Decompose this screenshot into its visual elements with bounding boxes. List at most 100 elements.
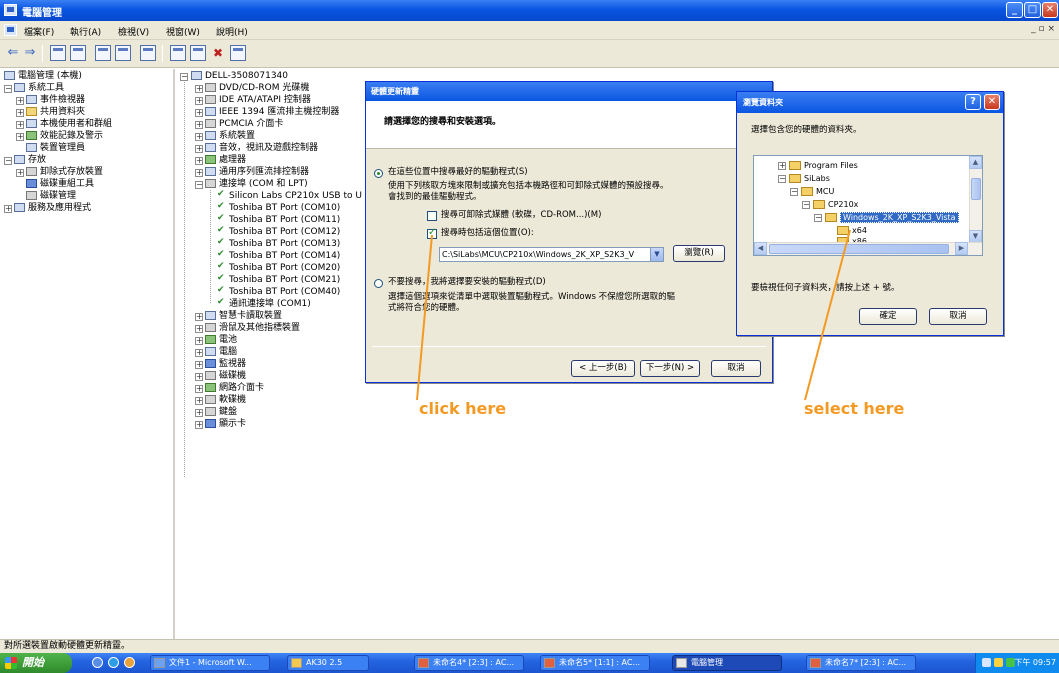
expand-toggle[interactable]: +	[195, 85, 203, 93]
tree-item-storage[interactable]: 存放	[14, 155, 46, 166]
expand-toggle[interactable]: +	[195, 121, 203, 129]
update-driver-icon[interactable]	[190, 45, 206, 61]
internet-explorer-icon[interactable]	[108, 657, 119, 668]
device-category-pcmcia[interactable]: PCMCIA 介面卡	[205, 119, 283, 130]
port-item[interactable]: Silicon Labs CP210x USB to U	[217, 191, 362, 202]
path-combobox[interactable]: C:\SiLabs\MCU\CP210x\Windows_2K_XP_S2K3_…	[439, 247, 664, 262]
device-category-mouse[interactable]: 滑鼠及其他指標裝置	[205, 323, 300, 334]
minimize-button[interactable]: _	[1006, 2, 1023, 18]
expand-toggle[interactable]: +	[195, 325, 203, 333]
taskbar-item-word[interactable]: 文件1 - Microsoft W...	[150, 655, 270, 671]
tree-item-event-viewer[interactable]: 事件檢視器	[26, 95, 85, 106]
collapse-toggle[interactable]: −	[180, 73, 188, 81]
device-category-disk[interactable]: 磁碟機	[205, 371, 246, 382]
device-root[interactable]: DELL-3508071340	[191, 71, 288, 82]
menu-help[interactable]: 說明(H)	[216, 25, 248, 38]
back-arrow-icon[interactable]: ⇐	[5, 45, 21, 61]
taskbar-item-untitled7[interactable]: 未命名7* [2:3] : AC...	[806, 655, 916, 671]
device-category-floppy[interactable]: 軟碟機	[205, 395, 246, 406]
device-category-display[interactable]: 顯示卡	[205, 419, 246, 430]
search-removable-checkbox[interactable]	[427, 211, 437, 221]
expand-toggle[interactable]: +	[195, 421, 203, 429]
horizontal-scrollbar[interactable]: ◀ ▶	[754, 242, 982, 255]
collapse-toggle[interactable]: −	[4, 157, 12, 165]
collapse-toggle[interactable]: −	[802, 201, 810, 209]
device-category-ide[interactable]: IDE ATA/ATAPI 控制器	[205, 95, 311, 106]
port-item[interactable]: Toshiba BT Port (COM10)	[217, 203, 340, 214]
collapse-toggle[interactable]: −	[195, 181, 203, 189]
folder-item[interactable]: MCU	[801, 186, 834, 197]
print-icon[interactable]	[115, 45, 131, 61]
expand-toggle[interactable]: +	[195, 109, 203, 117]
port-item[interactable]: Toshiba BT Port (COM12)	[217, 227, 340, 238]
collapse-toggle[interactable]: −	[814, 214, 822, 222]
close-button[interactable]: ✕	[984, 94, 1000, 110]
folder-item[interactable]: CP210x	[813, 199, 858, 210]
collapse-toggle[interactable]: −	[790, 188, 798, 196]
expand-toggle[interactable]: +	[195, 169, 203, 177]
network-icon[interactable]	[982, 658, 991, 667]
tree-item-disk-management[interactable]: 磁碟管理	[26, 191, 76, 202]
menu-window[interactable]: 視窗(W)	[166, 25, 200, 38]
up-level-icon[interactable]	[50, 45, 66, 61]
expand-toggle[interactable]: +	[16, 121, 24, 129]
expand-toggle[interactable]: +	[195, 337, 203, 345]
device-category-system[interactable]: 系統裝置	[205, 131, 255, 142]
scan-hardware-icon[interactable]	[170, 45, 186, 61]
disable-device-icon[interactable]	[230, 45, 246, 61]
port-item[interactable]: Toshiba BT Port (COM20)	[217, 263, 340, 274]
port-item[interactable]: Toshiba BT Port (COM40)	[217, 287, 340, 298]
folder-item[interactable]: x64	[837, 225, 867, 236]
tree-item-system-tools[interactable]: 系統工具	[14, 83, 64, 94]
taskbar-item-ak30[interactable]: AK30 2.5	[287, 655, 369, 671]
expand-toggle[interactable]: +	[195, 313, 203, 321]
folder-item[interactable]: Program Files	[789, 160, 858, 171]
device-category-keyboard[interactable]: 鍵盤	[205, 407, 237, 418]
tree-item-removable-storage[interactable]: 卸除式存放裝置	[26, 167, 103, 178]
scroll-thumb[interactable]	[769, 244, 949, 254]
device-category-network[interactable]: 網路介面卡	[205, 383, 264, 394]
dont-search-radio[interactable]	[374, 279, 383, 288]
device-category-computer[interactable]: 電腦	[205, 347, 237, 358]
folder-item[interactable]: SiLabs	[789, 173, 830, 184]
show-desktop-icon[interactable]	[92, 657, 103, 668]
port-item[interactable]: Toshiba BT Port (COM14)	[217, 251, 340, 262]
taskbar-item-untitled4[interactable]: 未命名4* [2:3] : AC...	[414, 655, 524, 671]
port-item[interactable]: Toshiba BT Port (COM13)	[217, 239, 340, 250]
scroll-right-icon[interactable]: ▶	[955, 242, 968, 255]
folder-tree[interactable]: + Program Files − SiLabs − MCU − CP210x …	[753, 155, 983, 256]
expand-toggle[interactable]: +	[4, 205, 12, 213]
media-player-icon[interactable]	[124, 657, 135, 668]
expand-toggle[interactable]: +	[16, 109, 24, 117]
browse-button[interactable]: 瀏覽(R)	[673, 245, 725, 262]
close-button[interactable]: ✕	[1042, 2, 1058, 18]
expand-toggle[interactable]: +	[195, 409, 203, 417]
help-icon[interactable]	[140, 45, 156, 61]
tree-item-device-manager[interactable]: 裝置管理員	[26, 143, 85, 154]
expand-toggle[interactable]: +	[195, 373, 203, 381]
expand-toggle[interactable]: +	[195, 349, 203, 357]
next-button[interactable]: 下一步(N) >	[640, 360, 700, 377]
device-category-processor[interactable]: 處理器	[205, 155, 246, 166]
tree-item-root[interactable]: 電腦管理 (本機)	[4, 71, 82, 82]
forward-arrow-icon[interactable]: ⇒	[22, 45, 38, 61]
collapse-toggle[interactable]: −	[4, 85, 12, 93]
port-item[interactable]: 通訊連接埠 (COM1)	[217, 299, 311, 310]
help-button[interactable]: ?	[965, 94, 981, 110]
mdi-controls[interactable]: _ ▫ ×	[1031, 24, 1055, 34]
maximize-button[interactable]: □	[1024, 2, 1041, 18]
folder-item-selected[interactable]: Windows_2K_XP_S2K3_Vista	[825, 212, 959, 223]
cancel-button[interactable]: 取消	[929, 308, 987, 325]
volume-icon[interactable]	[994, 658, 1003, 667]
expand-toggle[interactable]: +	[195, 145, 203, 153]
scroll-left-icon[interactable]: ◀	[754, 242, 767, 255]
tree-item-perf-logs[interactable]: 效能記錄及警示	[26, 131, 103, 142]
dropdown-arrow-icon[interactable]: ▼	[650, 248, 663, 261]
show-tree-icon[interactable]	[70, 45, 86, 61]
cancel-button[interactable]: 取消	[711, 360, 761, 377]
expand-toggle[interactable]: +	[195, 157, 203, 165]
port-item[interactable]: Toshiba BT Port (COM21)	[217, 275, 340, 286]
menu-file[interactable]: 檔案(F)	[24, 25, 54, 38]
tree-item-shared-folders[interactable]: 共用資料夾	[26, 107, 85, 118]
tree-item-defrag[interactable]: 磁碟重組工具	[26, 179, 94, 190]
